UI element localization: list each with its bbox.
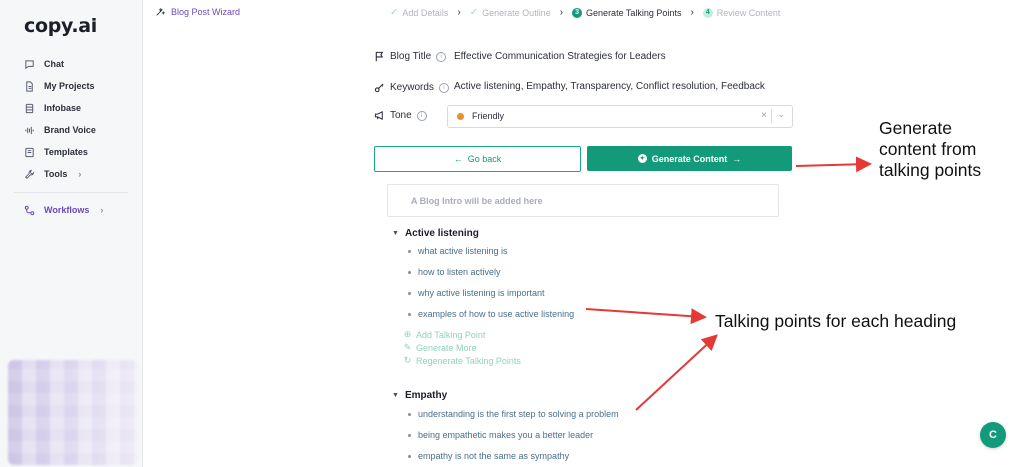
annotation-arrow — [585, 308, 707, 325]
annotation-arrow — [795, 156, 872, 173]
help-chat-button[interactable]: C — [980, 422, 1006, 448]
annotation-arrows — [585, 156, 872, 411]
annotation-arrow — [635, 334, 718, 411]
